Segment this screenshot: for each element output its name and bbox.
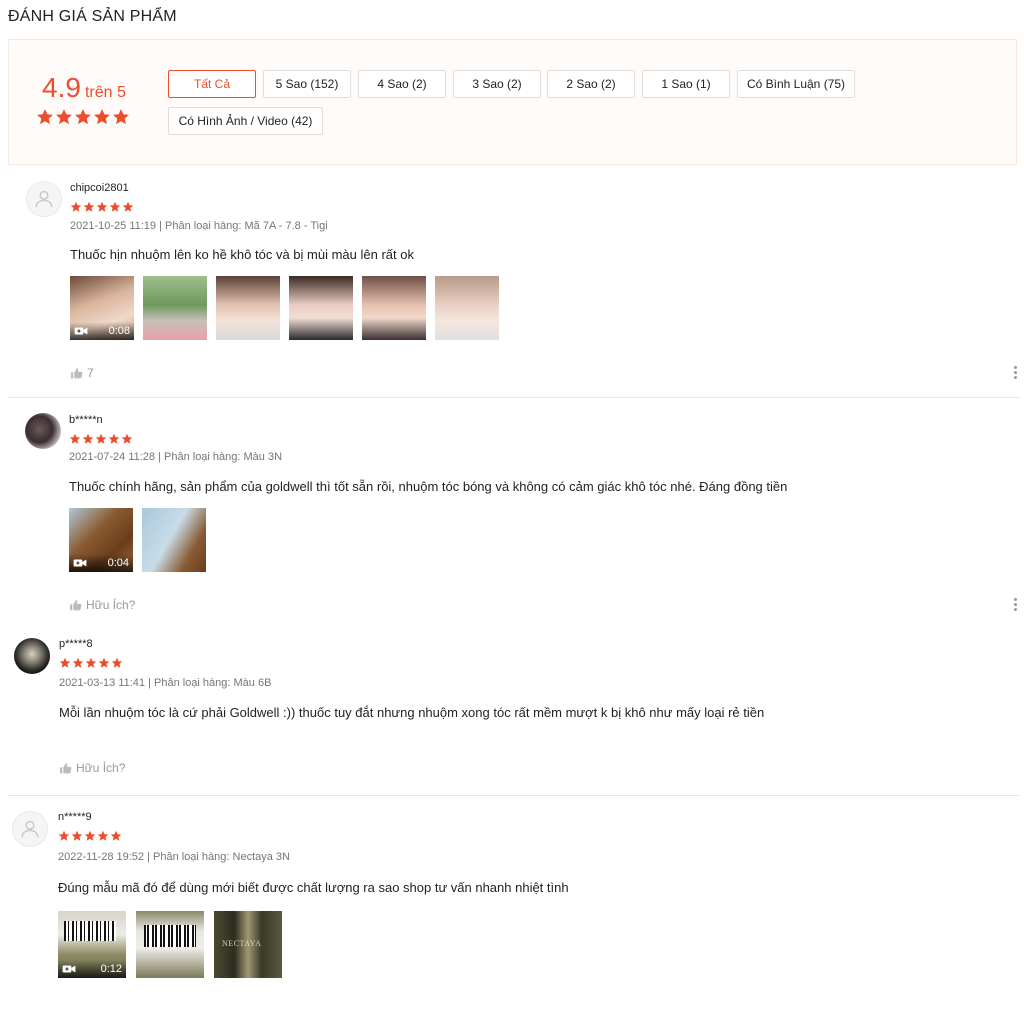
avatar: [26, 181, 62, 217]
helpful-label: Hữu Ích?: [76, 761, 126, 775]
review-image-thumbnail[interactable]: [289, 276, 353, 340]
review-stars: [69, 433, 133, 445]
filter-5-star[interactable]: 5 Sao (152): [263, 70, 351, 98]
review-image-thumbnail[interactable]: [216, 276, 280, 340]
review-image-thumbnail[interactable]: NECTAYA: [214, 911, 282, 978]
thumbs-up-icon: [69, 599, 82, 612]
filter-all[interactable]: Tất Cả: [168, 70, 256, 98]
star-icon: [70, 201, 82, 213]
review-image-thumbnail[interactable]: [142, 508, 206, 572]
star-icon: [69, 433, 81, 445]
video-camera-icon: [74, 326, 88, 336]
reviewer-name: n*****9: [58, 811, 92, 823]
filter-2-star[interactable]: 2 Sao (2): [547, 70, 635, 98]
review-meta: 2021-10-25 11:19 | Phân loại hàng: Mã 7A…: [70, 220, 328, 232]
helpful-button[interactable]: Hữu Ích?: [69, 598, 135, 612]
video-camera-icon: [73, 558, 87, 568]
default-user-icon: [19, 818, 41, 840]
avatar: [25, 413, 61, 449]
filter-1-star[interactable]: 1 Sao (1): [642, 70, 730, 98]
review-divider: [8, 397, 1020, 398]
review-video-thumbnail[interactable]: 0:08: [70, 276, 134, 340]
like-button[interactable]: 7: [70, 366, 94, 380]
star-icon: [110, 830, 122, 842]
star-icon: [97, 830, 109, 842]
star-icon: [108, 433, 120, 445]
video-duration: 0:12: [100, 963, 122, 975]
avatar: [14, 638, 50, 674]
filter-with-media[interactable]: Có Hình Ảnh / Video (42): [168, 107, 323, 135]
thumbs-up-icon: [59, 762, 72, 775]
avatar: [12, 811, 48, 847]
review-image-thumbnail[interactable]: [143, 276, 207, 340]
star-icon: [121, 433, 133, 445]
barcode-graphic: [64, 921, 116, 941]
review-image-thumbnail[interactable]: [362, 276, 426, 340]
reviewer-name: p*****8: [59, 638, 93, 650]
more-options-button[interactable]: [1014, 598, 1018, 611]
review-comment: Đúng mẫu mã đó để dùng mới biết được chấ…: [58, 880, 569, 895]
product-label-text: NECTAYA: [222, 939, 262, 948]
review-stars: [70, 201, 134, 213]
more-options-button[interactable]: [1014, 366, 1018, 379]
video-duration: 0:08: [108, 325, 130, 337]
like-count: 7: [87, 366, 94, 380]
reviewer-name: b*****n: [69, 414, 103, 426]
video-camera-icon: [62, 964, 76, 974]
star-icon: [98, 657, 110, 669]
section-title: ĐÁNH GIÁ SẢN PHẨM: [8, 8, 177, 25]
review-video-thumbnail[interactable]: 0:04: [69, 508, 133, 572]
helpful-button[interactable]: Hữu Ích?: [59, 761, 125, 775]
star-icon: [83, 201, 95, 213]
star-icon: [74, 108, 92, 126]
review-video-thumbnail[interactable]: 0:12: [58, 911, 126, 978]
rating-number: 4.9: [42, 72, 81, 103]
star-icon: [55, 108, 73, 126]
review-stars: [58, 830, 122, 842]
default-user-icon: [33, 188, 55, 210]
helpful-label: Hữu Ích?: [86, 598, 136, 612]
video-duration: 0:04: [107, 557, 129, 569]
rating-summary: 4.9 trên 5 Tất Cả 5 Sao (152) 4 Sao (2) 3…: [8, 39, 1017, 165]
star-icon: [36, 108, 54, 126]
star-icon: [58, 830, 70, 842]
review-meta: 2021-07-24 11:28 | Phân loại hàng: Màu 3…: [69, 451, 283, 463]
overall-stars: [36, 108, 130, 126]
star-icon: [71, 830, 83, 842]
review-comment: Thuốc chính hãng, sản phẩm của goldwell …: [69, 479, 788, 494]
star-icon: [112, 108, 130, 126]
star-icon: [95, 433, 107, 445]
barcode-graphic: [144, 925, 196, 947]
review-comment: Mỗi lần nhuộm tóc là cứ phải Goldwell :)…: [59, 705, 765, 720]
reviewer-name: chipcoi2801: [70, 182, 129, 194]
star-icon: [109, 201, 121, 213]
review-media: 0:08: [70, 276, 499, 340]
review-comment: Thuốc hịn nhuộm lên ko hề khô tóc và bị …: [70, 247, 414, 262]
thumbs-up-icon: [70, 367, 83, 380]
filter-4-star[interactable]: 4 Sao (2): [358, 70, 446, 98]
star-icon: [93, 108, 111, 126]
review-divider: [8, 795, 1020, 796]
review-meta: 2021-03-13 11:41 | Phân loại hàng: Màu 6…: [59, 677, 272, 689]
rating-suffix: trên 5: [84, 84, 126, 101]
star-icon: [84, 830, 96, 842]
review-meta: 2022-11-28 19:52 | Phân loại hàng: Necta…: [58, 851, 290, 863]
star-icon: [82, 433, 94, 445]
star-icon: [122, 201, 134, 213]
star-icon: [59, 657, 71, 669]
review-image-thumbnail[interactable]: [136, 911, 204, 978]
review-media: 0:12 NECTAYA: [58, 911, 282, 978]
star-icon: [85, 657, 97, 669]
overall-score: 4.9 trên 5: [42, 72, 126, 104]
review-media: 0:04: [69, 508, 206, 572]
star-icon: [111, 657, 123, 669]
star-icon: [96, 201, 108, 213]
review-image-thumbnail[interactable]: [435, 276, 499, 340]
filter-3-star[interactable]: 3 Sao (2): [453, 70, 541, 98]
filter-with-comment[interactable]: Có Bình Luận (75): [737, 70, 855, 98]
review-stars: [59, 657, 123, 669]
star-icon: [72, 657, 84, 669]
